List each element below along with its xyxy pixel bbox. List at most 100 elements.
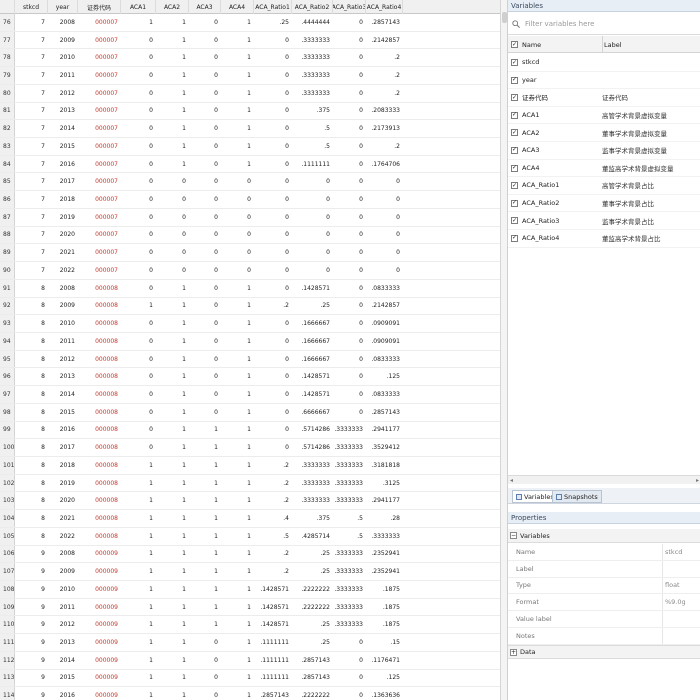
table-cell[interactable]: 8	[15, 280, 48, 297]
table-cell[interactable]: 0	[156, 227, 189, 244]
table-cell[interactable]: .2142857	[366, 298, 403, 315]
table-cell[interactable]: .1363636	[366, 687, 403, 700]
property-row[interactable]: Value label	[508, 611, 700, 628]
table-cell[interactable]: 2014	[48, 120, 78, 137]
table-cell[interactable]: 0	[189, 49, 221, 66]
table-cell[interactable]: 1	[156, 510, 189, 527]
table-cell[interactable]: 0	[333, 315, 366, 332]
table-cell[interactable]: 0	[221, 262, 254, 279]
table-cell[interactable]: 0	[221, 244, 254, 261]
table-cell[interactable]: 0	[189, 298, 221, 315]
table-cell[interactable]: 1	[156, 492, 189, 509]
table-cell[interactable]: 1	[221, 457, 254, 474]
table-cell[interactable]: .2352941	[366, 563, 403, 580]
table-cell[interactable]: 1	[156, 298, 189, 315]
table-cell[interactable]: .3529412	[366, 439, 403, 456]
table-cell[interactable]: .25	[292, 616, 333, 633]
variable-checkbox[interactable]: ✓	[511, 234, 518, 242]
table-cell[interactable]: 0	[189, 244, 221, 261]
table-cell[interactable]: 1	[156, 652, 189, 669]
table-cell[interactable]: 2009	[48, 563, 78, 580]
table-cell[interactable]: 000007	[78, 14, 121, 31]
table-cell[interactable]: 8	[15, 404, 48, 421]
column-header-aca3[interactable]: ACA3	[189, 0, 221, 14]
table-cell[interactable]: 0	[254, 209, 292, 226]
table-cell[interactable]: .2083333	[366, 103, 403, 120]
table-cell[interactable]: 0	[292, 191, 333, 208]
table-cell[interactable]: .3333333	[292, 475, 333, 492]
table-cell[interactable]: .1666667	[292, 351, 333, 368]
table-cell[interactable]: 2015	[48, 404, 78, 421]
variable-checkbox[interactable]: ✓	[511, 199, 518, 207]
table-cell[interactable]: 0	[333, 227, 366, 244]
table-cell[interactable]: 0	[254, 368, 292, 385]
variable-row[interactable]: ✓ ACA_Ratio4 董监高学术背景占比	[508, 230, 700, 248]
table-cell[interactable]: .2857143	[366, 404, 403, 421]
table-cell[interactable]: 2016	[48, 687, 78, 700]
table-cell[interactable]: 0	[254, 85, 292, 102]
column-header-stkcd[interactable]: stkcd	[15, 0, 48, 14]
table-cell[interactable]: .25	[254, 14, 292, 31]
table-cell[interactable]: 2009	[48, 298, 78, 315]
column-header-r2[interactable]: ACA_Ratio2	[292, 0, 333, 14]
table-cell[interactable]: 0	[189, 67, 221, 84]
table-cell[interactable]: 9	[15, 616, 48, 633]
table-cell[interactable]: .3333333	[333, 439, 366, 456]
table-cell[interactable]: 0	[366, 173, 403, 190]
table-cell[interactable]: 1	[156, 634, 189, 651]
table-cell[interactable]: 000008	[78, 368, 121, 385]
scroll-right-arrow-icon[interactable]: ▸	[696, 477, 699, 484]
table-cell[interactable]: 9	[15, 687, 48, 700]
variable-checkbox[interactable]: ✓	[511, 164, 518, 172]
table-cell[interactable]: 0	[221, 173, 254, 190]
table-cell[interactable]: 000008	[78, 457, 121, 474]
table-cell[interactable]: .25	[292, 298, 333, 315]
table-cell[interactable]: .1111111	[254, 634, 292, 651]
table-cell[interactable]: .5	[254, 528, 292, 545]
table-cell[interactable]: 1	[156, 422, 189, 439]
table-row[interactable]: 78 7 2010 000007 0 1 0 1 0.3333333 0.2	[0, 49, 500, 68]
table-cell[interactable]: 1	[156, 386, 189, 403]
table-cell[interactable]: 1	[156, 138, 189, 155]
variables-horizontal-scrollbar[interactable]: ◂ ▸	[508, 475, 700, 484]
table-row[interactable]: 112 9 2014 000009 1 1 0 1.1111111.2857143 0.1176…	[0, 651, 500, 670]
table-cell[interactable]: 1	[156, 85, 189, 102]
table-cell[interactable]: 000007	[78, 191, 121, 208]
table-cell[interactable]: 1	[221, 138, 254, 155]
variable-row[interactable]: ✓ ACA_Ratio2 董事学术背景占比	[508, 195, 700, 213]
table-cell[interactable]: 2021	[48, 244, 78, 261]
table-cell[interactable]: 2020	[48, 227, 78, 244]
table-cell[interactable]: 0	[121, 103, 156, 120]
table-cell[interactable]: 0	[189, 333, 221, 350]
table-cell[interactable]: 8	[15, 475, 48, 492]
table-cell[interactable]: 1	[221, 563, 254, 580]
table-cell[interactable]: 0	[333, 32, 366, 49]
variable-row[interactable]: ✓ year	[508, 72, 700, 90]
table-cell[interactable]: 0	[221, 209, 254, 226]
table-cell[interactable]: 0	[121, 32, 156, 49]
table-cell[interactable]: .2142857	[366, 32, 403, 49]
table-cell[interactable]: 0	[366, 209, 403, 226]
column-header-aca4[interactable]: ACA4	[221, 0, 254, 14]
property-row[interactable]: Format %9.0g	[508, 594, 700, 612]
table-cell[interactable]: 7	[15, 67, 48, 84]
table-cell[interactable]: 8	[15, 315, 48, 332]
table-cell[interactable]: 0	[189, 351, 221, 368]
variable-row[interactable]: ✓ ACA1 高管学术背景虚拟变量	[508, 107, 700, 125]
table-row[interactable]: 102 8 2019 000008 1 1 1 1.2.3333333.3333333.312…	[0, 474, 500, 493]
table-cell[interactable]: 1	[156, 351, 189, 368]
table-cell[interactable]: .1111111	[254, 652, 292, 669]
table-cell[interactable]: 000008	[78, 510, 121, 527]
table-cell[interactable]: 7	[15, 209, 48, 226]
table-cell[interactable]: 1	[121, 599, 156, 616]
table-row[interactable]: 89 7 2021 000007 0 0 0 0 0 0 0 0	[0, 244, 500, 263]
table-cell[interactable]: 1	[221, 546, 254, 563]
table-cell[interactable]: 0	[254, 173, 292, 190]
table-cell[interactable]: 0	[292, 262, 333, 279]
property-row[interactable]: Notes	[508, 627, 700, 645]
table-cell[interactable]: .125	[366, 670, 403, 687]
table-cell[interactable]: 000007	[78, 103, 121, 120]
table-row[interactable]: 103 8 2020 000008 1 1 1 1.2.3333333.3333333.294…	[0, 492, 500, 511]
table-cell[interactable]: 0	[189, 14, 221, 31]
table-cell[interactable]: .1764706	[366, 156, 403, 173]
